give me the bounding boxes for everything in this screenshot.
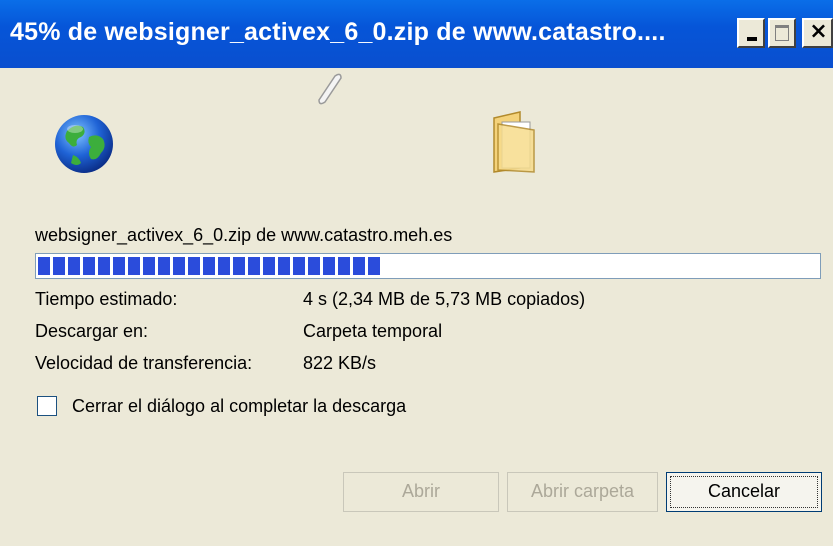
transfer-speed-value: 822 KB/s [303, 353, 377, 373]
globe-icon [55, 115, 113, 173]
cancel-button[interactable]: Cancelar [666, 472, 822, 512]
minimize-button[interactable] [737, 18, 765, 48]
title-bar[interactable]: 45% de websigner_activex_6_0.zip de www.… [0, 0, 833, 68]
download-progress-bar [35, 253, 821, 279]
close-icon: × [809, 19, 828, 44]
download-file-source: websigner_activex_6_0.zip de www.catastr… [35, 225, 453, 245]
download-to-value: Carpeta temporal [303, 321, 443, 341]
close-button[interactable]: × [802, 18, 833, 48]
download-to-label: Descargar en: [35, 321, 149, 341]
estimated-time-value: 4 s (2,34 MB de 5,73 MB copiados) [303, 289, 586, 309]
flying-paper-icon [318, 73, 342, 105]
estimated-time-label: Tiempo estimado: [35, 289, 178, 309]
close-on-complete-checkbox[interactable] [37, 396, 57, 416]
window-title: 45% de websigner_activex_6_0.zip de www.… [10, 18, 666, 46]
maximize-button [768, 18, 796, 48]
close-on-complete-label[interactable]: Cerrar el diálogo al completar la descar… [72, 396, 406, 417]
open-button[interactable]: Abrir [343, 472, 499, 512]
transfer-speed-label: Velocidad de transferencia: [35, 353, 253, 373]
progress-fill [38, 257, 380, 275]
folder-icon [493, 111, 535, 173]
download-dialog: 45% de websigner_activex_6_0.zip de www.… [0, 0, 833, 546]
open-folder-button[interactable]: Abrir carpeta [507, 472, 658, 512]
